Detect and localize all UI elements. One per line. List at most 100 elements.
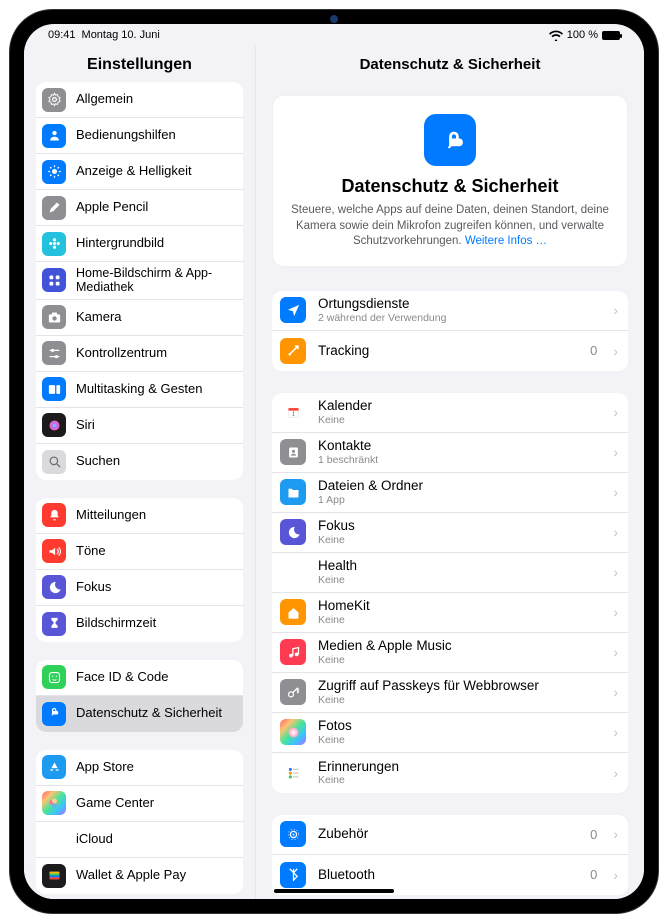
chevron-right-icon: ›	[613, 302, 618, 318]
detail-row-passkeys[interactable]: Zugriff auf Passkeys für WebbrowserKeine…	[272, 673, 628, 713]
detail-row-media[interactable]: Medien & Apple MusicKeine›	[272, 633, 628, 673]
status-date: Montag 10. Juni	[82, 29, 160, 41]
detail-row-label: Kontakte	[318, 438, 601, 454]
detail-title: Datenschutz & Sicherheit	[256, 46, 644, 81]
detail-row-sublabel: 1 App	[318, 494, 601, 506]
hero-description: Steuere, welche Apps auf deine Daten, de…	[289, 203, 611, 250]
sidebar-item-icloud[interactable]: iCloud	[36, 822, 243, 858]
chevron-right-icon: ›	[613, 644, 618, 660]
sidebar-item-notifications[interactable]: Mitteilungen	[36, 498, 243, 534]
accessory-icon	[280, 821, 306, 847]
sun-icon	[42, 160, 66, 184]
music-icon	[280, 639, 306, 665]
sidebar-item-label: Bedienungshilfen	[76, 128, 233, 143]
status-time: 09:41	[48, 29, 76, 41]
sidebar-item-display[interactable]: Anzeige & Helligkeit	[36, 154, 243, 190]
camera-icon	[42, 305, 66, 329]
battery-icon	[602, 31, 620, 40]
chevron-right-icon: ›	[613, 444, 618, 460]
sidebar-item-label: Fokus	[76, 580, 233, 595]
sidebar-item-search[interactable]: Suchen	[36, 444, 243, 480]
key-icon	[280, 679, 306, 705]
sidebar-item-label: Allgemein	[76, 92, 233, 107]
sidebar-item-multitask[interactable]: Multitasking & Gesten	[36, 372, 243, 408]
sidebar-item-general[interactable]: Allgemein	[36, 82, 243, 118]
chevron-right-icon: ›	[613, 484, 618, 500]
detail-row-files[interactable]: Dateien & Ordner1 App ›	[272, 473, 628, 513]
detail-row-sublabel: 1 beschränkt	[318, 454, 601, 466]
sidebar-item-label: Suchen	[76, 454, 233, 469]
sidebar-item-accessibility[interactable]: Bedienungshilfen	[36, 118, 243, 154]
flower-icon	[42, 232, 66, 256]
home-icon	[280, 599, 306, 625]
home-indicator[interactable]	[274, 889, 394, 893]
speaker-icon	[42, 539, 66, 563]
sidebar-item-wallpaper[interactable]: Hintergrundbild	[36, 226, 243, 262]
detail-row-label: Erinnerungen	[318, 759, 601, 775]
detail-row-accessory[interactable]: Zubehör0›	[272, 815, 628, 855]
detail-row-sublabel: Keine	[318, 734, 601, 746]
sidebar-item-gamecenter[interactable]: Game Center	[36, 786, 243, 822]
chevron-right-icon: ›	[613, 343, 618, 359]
sidebar-item-appstore[interactable]: App Store	[36, 750, 243, 786]
detail-row-calendar[interactable]: 1KalenderKeine›	[272, 393, 628, 433]
sidebar-item-privacy[interactable]: Datenschutz & Sicherheit	[36, 696, 243, 732]
detail-row-reminders[interactable]: ErinnerungenKeine›	[272, 753, 628, 793]
detail-row-value: 0	[590, 827, 597, 842]
chevron-right-icon: ›	[613, 564, 618, 580]
bluetooth-icon	[280, 862, 306, 888]
detail-row-sublabel: Keine	[318, 574, 601, 586]
sidebar-item-siri[interactable]: Siri	[36, 408, 243, 444]
sidebar-item-wallet[interactable]: Wallet & Apple Pay	[36, 858, 243, 894]
detail-row-focus2[interactable]: FokusKeine›	[272, 513, 628, 553]
hero-title: Datenschutz & Sicherheit	[289, 176, 611, 197]
sidebar-item-control[interactable]: Kontrollzentrum	[36, 336, 243, 372]
chevron-right-icon: ›	[613, 867, 618, 883]
detail-row-location[interactable]: Ortungsdienste2 während der Verwendung›	[272, 291, 628, 331]
sidebar-item-label: Home-Bildschirm & App-Mediathek	[76, 266, 233, 295]
rects-icon	[42, 377, 66, 401]
face-icon	[42, 665, 66, 689]
wifi-icon	[549, 30, 563, 41]
sidebar-item-label: Datenschutz & Sicherheit	[76, 706, 233, 721]
sidebar-item-pencil[interactable]: Apple Pencil	[36, 190, 243, 226]
moon-icon	[42, 575, 66, 599]
sidebar-item-sounds[interactable]: Töne	[36, 534, 243, 570]
grid-icon	[42, 268, 66, 292]
sidebar-item-label: Face ID & Code	[76, 670, 233, 685]
sidebar-item-label: Multitasking & Gesten	[76, 382, 233, 397]
sidebar-item-focus[interactable]: Fokus	[36, 570, 243, 606]
sidebar-item-camera[interactable]: Kamera	[36, 300, 243, 336]
sidebar-item-label: Game Center	[76, 796, 233, 811]
detail-row-sublabel: Keine	[318, 694, 601, 706]
sidebar-item-label: Kontrollzentrum	[76, 346, 233, 361]
detail-row-homekit[interactable]: HomeKitKeine›	[272, 593, 628, 633]
calendar-icon: 1	[280, 399, 306, 425]
bell-icon	[42, 503, 66, 527]
settings-sidebar: Einstellungen Allgemein Bedienungshilfen A…	[24, 46, 256, 899]
detail-row-sublabel: Keine	[318, 614, 601, 626]
moon-icon	[280, 519, 306, 545]
detail-row-sublabel: 2 während der Verwendung	[318, 312, 601, 324]
sidebar-item-faceid[interactable]: Face ID & Code	[36, 660, 243, 696]
sidebar-title: Einstellungen	[24, 46, 255, 82]
detail-row-label: Medien & Apple Music	[318, 638, 601, 654]
sidebar-item-screentime[interactable]: Bildschirmzeit	[36, 606, 243, 642]
sidebar-item-label: Kamera	[76, 310, 233, 325]
pencil-icon	[42, 196, 66, 220]
appstore-icon	[42, 755, 66, 779]
status-bar: 09:41 Montag 10. Juni 100 %	[24, 24, 644, 46]
hero-more-link[interactable]: Weitere Infos …	[465, 235, 547, 247]
detail-row-label: Fotos	[318, 718, 601, 734]
sidebar-item-label: App Store	[76, 760, 233, 775]
chevron-right-icon: ›	[613, 826, 618, 842]
detail-row-tracking[interactable]: Tracking0›	[272, 331, 628, 371]
sidebar-item-home[interactable]: Home-Bildschirm & App-Mediathek	[36, 262, 243, 300]
siri-icon	[42, 413, 66, 437]
detail-row-label: Dateien & Ordner	[318, 478, 601, 494]
detail-row-health[interactable]: HealthKeine›	[272, 553, 628, 593]
detail-row-sublabel: Keine	[318, 774, 601, 786]
detail-row-contacts[interactable]: Kontakte1 beschränkt ›	[272, 433, 628, 473]
sidebar-item-label: Mitteilungen	[76, 508, 233, 523]
detail-row-photos[interactable]: FotosKeine›	[272, 713, 628, 753]
